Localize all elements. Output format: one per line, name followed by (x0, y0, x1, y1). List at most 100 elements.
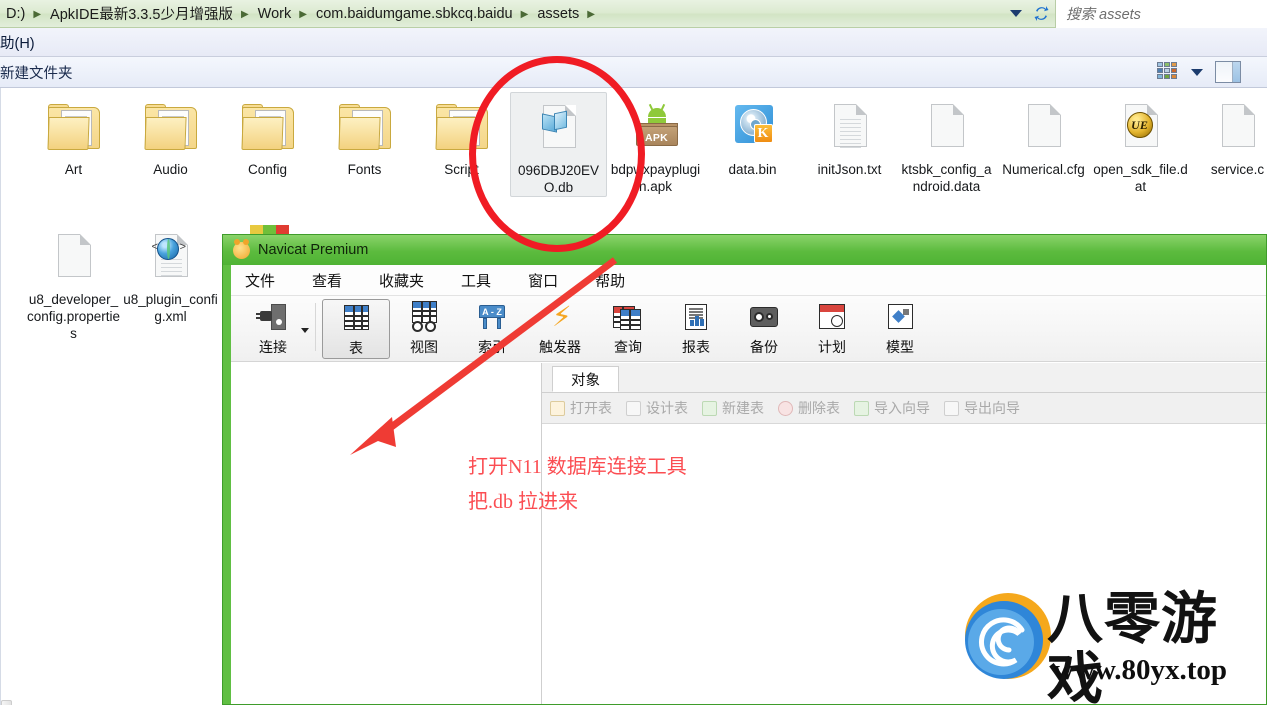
explorer-menu-bar: 助(H) (0, 28, 1267, 57)
breadcrumb-item-0[interactable]: D:) (4, 6, 27, 22)
connection-tree-pane[interactable] (231, 363, 542, 704)
action-design-table[interactable]: 设计表 (626, 398, 688, 418)
file-name: service.c (1210, 162, 1265, 177)
toolbar-button-connection[interactable]: 连接 (239, 299, 307, 359)
toolbar-button-query[interactable]: 查询 (594, 299, 662, 359)
menu-item-window[interactable]: 窗口 (528, 270, 558, 291)
ultraedit-file-icon: UE (1113, 100, 1169, 156)
object-tab-bar: 对象 (542, 363, 1266, 393)
navicat-main-split: 对象 打开表 设计表 新建表 删除表 导入向导 导出向导 (231, 363, 1266, 704)
chevron-down-icon[interactable] (1191, 68, 1203, 76)
breadcrumb-separator: ▶ (587, 8, 595, 20)
view-options-icon[interactable] (1157, 62, 1179, 82)
toolbar-label: 计划 (818, 339, 846, 355)
breadcrumb-item-3[interactable]: com.baidumgame.sbkcq.baidu (314, 6, 515, 22)
model-icon (884, 303, 916, 333)
action-import-wizard[interactable]: 导入向导 (854, 398, 930, 418)
menu-item-help[interactable]: 助(H) (0, 32, 35, 53)
toolbar-label: 表 (349, 340, 363, 356)
file-item-config[interactable]: Config (219, 92, 316, 197)
navicat-toolbar: 连接 表 视图 A - Z 索引 ⚡ 触发器 查询 报表 备份 计划 模型 (231, 296, 1266, 362)
navicat-menu-bar: 文件 查看 收藏夹 工具 窗口 帮助 (231, 265, 1266, 296)
file-name: bdpwxpayplugin.apk (610, 162, 701, 194)
breadcrumb[interactable]: D:) ▶ ApkIDE最新3.3.5少月增强版 ▶ Work ▶ com.ba… (0, 0, 1005, 28)
action-label: 导出向导 (964, 400, 1020, 416)
folder-font-icon: Abg (337, 100, 393, 156)
preview-pane-icon[interactable] (1215, 61, 1241, 83)
folder-icon (46, 100, 102, 156)
screen: D:) ▶ ApkIDE最新3.3.5少月增强版 ▶ Work ▶ com.ba… (0, 0, 1267, 705)
preview-pane-right (1233, 62, 1240, 82)
breadcrumb-item-4[interactable]: assets (535, 6, 581, 22)
menu-item-file[interactable]: 文件 (245, 270, 275, 291)
table-icon (340, 304, 372, 334)
view-icon (408, 301, 440, 333)
action-label: 导入向导 (874, 400, 930, 416)
menu-item-favorites[interactable]: 收藏夹 (379, 270, 424, 291)
toolbar-button-view[interactable]: 视图 (390, 299, 458, 359)
action-export-wizard[interactable]: 导出向导 (944, 398, 1020, 418)
object-action-bar: 打开表 设计表 新建表 删除表 导入向导 导出向导 (542, 393, 1266, 424)
navicat-body: 文件 查看 收藏夹 工具 窗口 帮助 连接 表 视图 A - Z 索引 ⚡ 触发… (231, 265, 1266, 704)
file-item-art[interactable]: Art (25, 92, 122, 197)
new-folder-button[interactable]: 新建文件夹 (0, 62, 73, 83)
trigger-bolt-icon: ⚡ (552, 301, 572, 332)
disc-k-icon: K (725, 100, 781, 156)
file-item-db-selected[interactable]: 096DBJ20EVO.db (510, 92, 607, 197)
address-dropdown-button[interactable] (1005, 1, 1027, 27)
file-item-data-bin[interactable]: K data.bin (704, 92, 801, 197)
breadcrumb-item-2[interactable]: Work (256, 6, 294, 22)
refresh-button[interactable] (1027, 1, 1055, 27)
menu-item-help[interactable]: 帮助 (595, 270, 625, 291)
action-label: 新建表 (722, 400, 764, 416)
file-name: Audio (153, 162, 188, 177)
file-name: Config (247, 162, 288, 177)
search-input[interactable]: 搜索 assets (1055, 0, 1267, 28)
file-item-initjson[interactable]: initJson.txt (801, 92, 898, 197)
query-icon (612, 303, 644, 333)
toolbar-button-schedule[interactable]: 计划 (798, 299, 866, 359)
backup-tape-icon (748, 303, 780, 333)
tab-objects[interactable]: 对象 (552, 366, 619, 392)
toolbar-label: 备份 (750, 339, 778, 355)
action-open-table[interactable]: 打开表 (550, 398, 612, 418)
database-file-icon (531, 101, 587, 157)
report-icon (680, 303, 712, 333)
action-label: 设计表 (646, 400, 688, 416)
menu-item-tools[interactable]: 工具 (461, 270, 491, 291)
file-name: Script (444, 162, 479, 177)
file-item-apk[interactable]: APK bdpwxpayplugin.apk (607, 92, 704, 197)
breadcrumb-separator: ▶ (299, 8, 307, 20)
navicat-logo-icon (233, 238, 250, 259)
annotation-text: 打开N11 数据库连接工具 把.db 拉进来 (468, 450, 687, 520)
toolbar-button-table[interactable]: 表 (322, 299, 390, 359)
file-item-open-sdk[interactable]: UE open_sdk_file.dat (1092, 92, 1189, 197)
xml-file-icon: < > (143, 230, 199, 286)
toolbar-button-report[interactable]: 报表 (662, 299, 730, 359)
file-item-u8-developer-config[interactable]: u8_developer_config.properties (25, 222, 122, 342)
navicat-title-bar[interactable]: Navicat Premium (223, 235, 1266, 265)
toolbar-button-index[interactable]: A - Z 索引 (458, 299, 526, 359)
navicat-window[interactable]: Navicat Premium 文件 查看 收藏夹 工具 窗口 帮助 连接 表 … (222, 234, 1267, 705)
connection-dropdown-icon[interactable] (301, 327, 309, 333)
toolbar-button-model[interactable]: 模型 (866, 299, 934, 359)
file-item-script[interactable]: Script (413, 92, 510, 197)
open-table-icon (550, 400, 565, 416)
folder-icon (240, 100, 296, 156)
action-new-table[interactable]: 新建表 (702, 398, 764, 418)
toolbar-button-backup[interactable]: 备份 (730, 299, 798, 359)
file-item-numerical-cfg[interactable]: Numerical.cfg (995, 92, 1092, 197)
file-item-ktsbk-config[interactable]: ktsbk_config_android.data (898, 92, 995, 197)
action-delete-table[interactable]: 删除表 (778, 398, 840, 418)
menu-item-view[interactable]: 查看 (312, 270, 342, 291)
toolbar-button-trigger[interactable]: ⚡ 触发器 (526, 299, 594, 359)
file-item-fonts[interactable]: Abg Fonts (316, 92, 413, 197)
toolbar-label: 模型 (886, 339, 914, 355)
breadcrumb-item-1[interactable]: ApkIDE最新3.3.5少月增强版 (48, 3, 235, 24)
toolbar-label: 触发器 (539, 339, 581, 355)
file-item-u8-plugin-config[interactable]: < > u8_plugin_config.xml (122, 222, 219, 342)
vertical-scrollbar-thumb[interactable] (1, 700, 12, 705)
file-item-audio[interactable]: Audio (122, 92, 219, 197)
file-item-service[interactable]: service.c (1189, 92, 1267, 197)
action-label: 删除表 (798, 400, 840, 416)
